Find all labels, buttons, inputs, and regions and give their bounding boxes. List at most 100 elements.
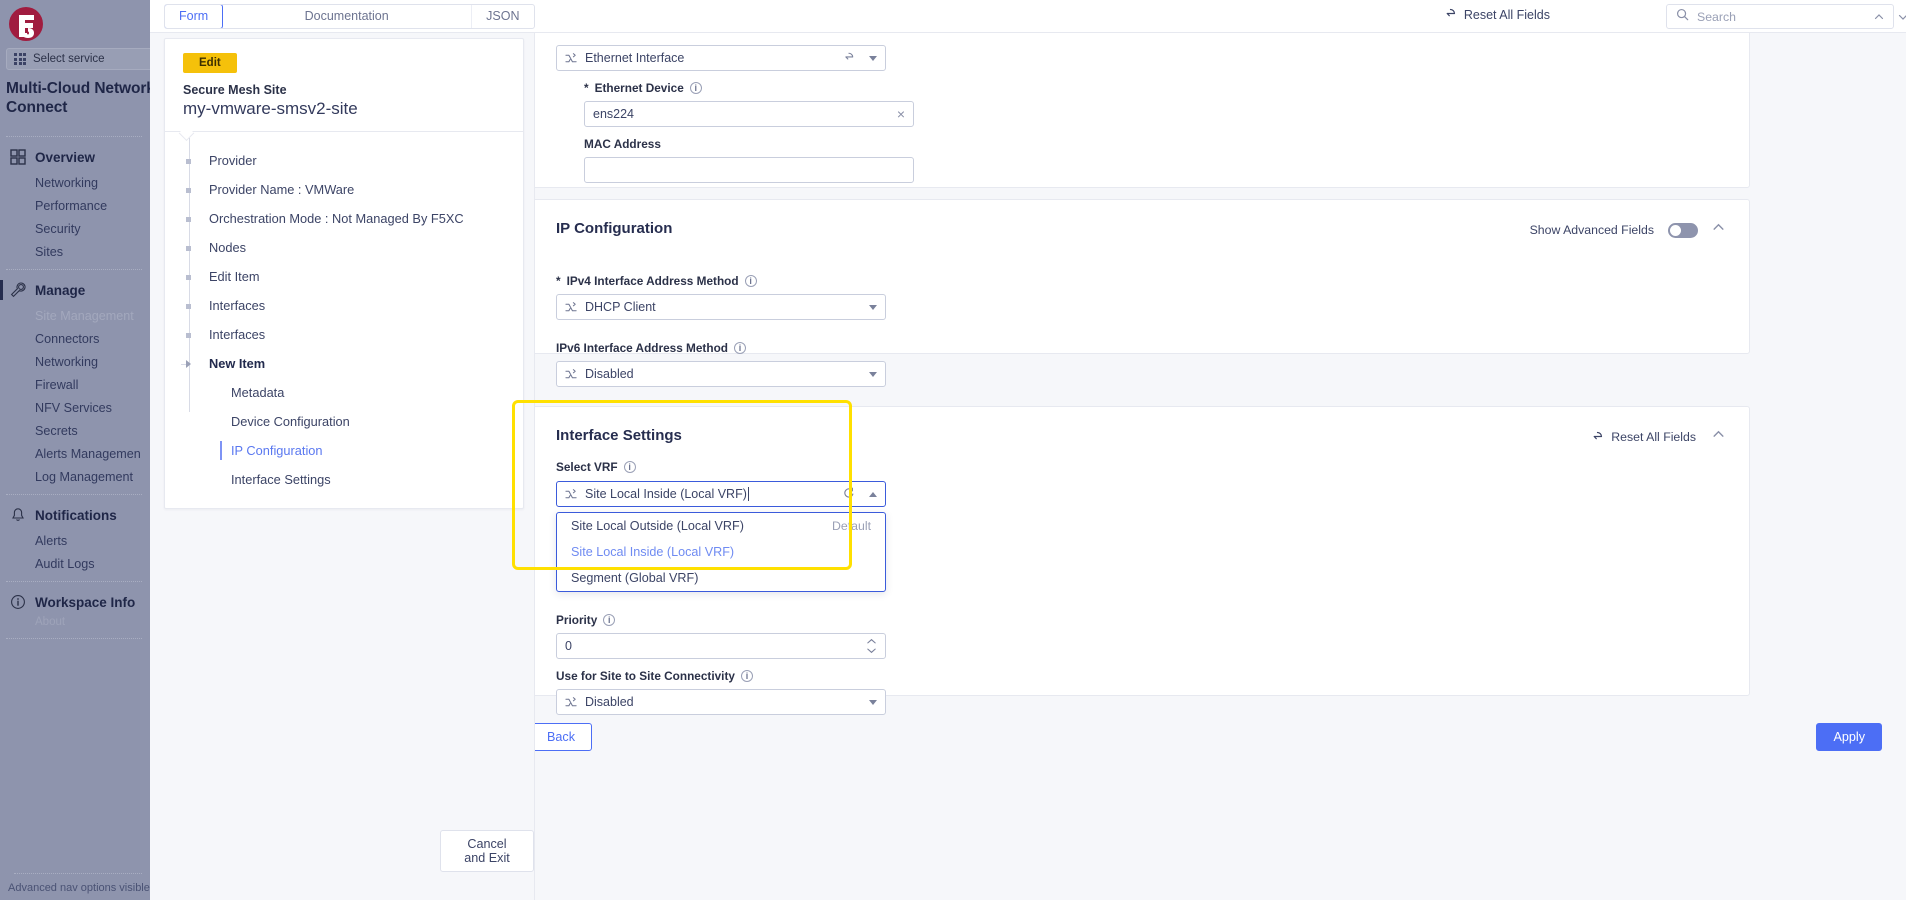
select-vrf-combobox[interactable]: Site Local Inside (Local VRF) (556, 481, 886, 507)
search-input[interactable] (1695, 9, 1858, 25)
bullet-icon (186, 217, 191, 222)
tree-subtitle: Secure Mesh Site (183, 83, 523, 97)
ipv6-method-label-text: IPv6 Interface Address Method (556, 341, 728, 355)
tree-row-label: Interfaces (209, 298, 265, 313)
tree-row[interactable]: Orchestration Mode : Not Managed By F5XC (165, 204, 523, 233)
sidebar-item-security[interactable]: Security (0, 217, 150, 240)
ipv4-method-select[interactable]: DHCP Client (556, 294, 886, 320)
grid-icon (10, 149, 26, 165)
nav-divider (6, 494, 142, 495)
sidebar-item-performance[interactable]: Performance (0, 194, 150, 217)
interface-type-select[interactable]: Ethernet Interface (556, 45, 886, 71)
info-icon[interactable]: i (741, 670, 753, 682)
info-icon[interactable]: i (690, 82, 702, 94)
nav-divider (6, 269, 142, 270)
sidebar-item-alerts[interactable]: Alerts (0, 529, 150, 552)
edit-badge[interactable]: Edit (183, 53, 237, 73)
wrench-icon (10, 282, 26, 298)
sidebar-group-workspace-info[interactable]: Workspace Info (0, 588, 150, 616)
dropdown-option-site-local-inside[interactable]: Site Local Inside (Local VRF) (557, 539, 885, 565)
sidebar-item-site-management[interactable]: Site Management (0, 304, 150, 327)
shuffle-icon (565, 368, 578, 381)
number-stepper[interactable] (866, 638, 877, 654)
sidebar-item-alerts-management[interactable]: Alerts Managemen (0, 442, 150, 465)
select-service-button[interactable]: Select service (6, 48, 166, 70)
apply-button[interactable]: Apply (1816, 723, 1882, 751)
sidebar-group-overview[interactable]: Overview (0, 143, 150, 171)
cancel-and-exit-button[interactable]: Cancel and Exit (440, 830, 534, 872)
bullet-icon (186, 159, 191, 164)
select-vrf-label: Select VRF i (556, 460, 636, 474)
reset-arrow-icon[interactable] (842, 50, 855, 66)
tree-child-ip-configuration[interactable]: IP Configuration (165, 436, 523, 465)
sidebar-group-notifications[interactable]: Notifications (0, 501, 150, 529)
sidebar-item-networking-manage[interactable]: Networking (0, 350, 150, 373)
tree-row[interactable]: Interfaces (165, 320, 523, 349)
site-to-site-label-text: Use for Site to Site Connectivity (556, 669, 735, 683)
sidebar-item-connectors[interactable]: Connectors (0, 327, 150, 350)
dropdown-option-segment-global[interactable]: Segment (Global VRF) (557, 565, 885, 591)
ethernet-device-input[interactable]: ens224 × (584, 101, 914, 127)
tree-child-device-configuration[interactable]: Device Configuration (165, 407, 523, 436)
tree-row[interactable]: Interfaces (165, 291, 523, 320)
chevron-down-icon[interactable] (869, 372, 877, 377)
reset-all-fields-top-button[interactable]: Reset All Fields (1443, 6, 1550, 23)
chevron-up-icon[interactable] (1712, 221, 1725, 239)
sidebar-item-firewall[interactable]: Firewall (0, 373, 150, 396)
site-to-site-value: Disabled (585, 695, 634, 709)
search-prev-icon[interactable] (1870, 11, 1888, 23)
reset-all-fields-section-button[interactable]: Reset All Fields (1590, 429, 1696, 446)
tree-row[interactable]: Provider Name : VMWare (165, 175, 523, 204)
chevron-down-icon[interactable] (869, 56, 877, 61)
tree-row[interactable]: Edit Item (165, 262, 523, 291)
device-configuration-card: Ethernet Interface * Ethernet Device i e… (535, 33, 1750, 188)
sidebar-group-manage[interactable]: Manage (0, 276, 150, 304)
chevron-down-icon[interactable] (869, 700, 877, 705)
reset-section-label: Reset All Fields (1611, 430, 1696, 444)
tree-row-label: New Item (209, 356, 265, 371)
search-box[interactable] (1666, 4, 1894, 29)
tree-row[interactable]: Nodes (165, 233, 523, 262)
search-next-icon[interactable] (1894, 11, 1906, 23)
sidebar-item-about[interactable]: About (0, 616, 150, 632)
mac-address-input[interactable] (584, 157, 914, 183)
ethernet-device-label-text: Ethernet Device (595, 81, 684, 95)
tree-row-new-item[interactable]: New Item (165, 349, 523, 378)
option-label: Site Local Outside (Local VRF) (571, 519, 744, 533)
back-button[interactable]: Back (535, 723, 592, 751)
show-advanced-fields-toggle[interactable] (1668, 223, 1698, 238)
reset-arrow-icon (1590, 429, 1604, 446)
ipv4-method-label: * IPv4 Interface Address Method i (556, 274, 757, 288)
sidebar-item-log-management[interactable]: Log Management (0, 465, 150, 488)
ipv6-method-select[interactable]: Disabled (556, 361, 886, 387)
tab-documentation[interactable]: Documentation (222, 5, 472, 28)
site-to-site-label: Use for Site to Site Connectivity i (556, 669, 753, 683)
top-toolbar: Form Documentation JSON Reset All Fields (150, 0, 1906, 33)
site-to-site-select[interactable]: Disabled (556, 689, 886, 715)
sidebar-item-networking[interactable]: Networking (0, 171, 150, 194)
tree-child-interface-settings[interactable]: Interface Settings (165, 465, 523, 494)
chevron-down-icon[interactable] (869, 305, 877, 310)
dropdown-option-site-local-outside[interactable]: Site Local Outside (Local VRF) Default (557, 513, 885, 539)
info-icon[interactable]: i (734, 342, 746, 354)
sidebar-item-nfv-services[interactable]: NFV Services (0, 396, 150, 419)
info-icon[interactable]: i (603, 614, 615, 626)
sidebar-item-audit-logs[interactable]: Audit Logs (0, 552, 150, 575)
tree-child-metadata[interactable]: Metadata (165, 378, 523, 407)
chevron-up-icon[interactable] (1712, 428, 1725, 446)
form-main-area: Ethernet Interface * Ethernet Device i e… (535, 33, 1906, 900)
info-icon[interactable]: i (624, 461, 636, 473)
tree-row-label: Provider Name : VMWare (209, 182, 354, 197)
close-icon[interactable]: × (897, 106, 905, 122)
tab-form[interactable]: Form (164, 4, 223, 29)
priority-label: Priority i (556, 613, 615, 627)
tree-row[interactable]: Provider (165, 146, 523, 175)
refresh-icon[interactable] (842, 486, 855, 502)
chevron-up-icon[interactable] (869, 492, 877, 497)
sidebar-item-sites[interactable]: Sites (0, 240, 150, 263)
sidebar-item-secrets[interactable]: Secrets (0, 419, 150, 442)
wizard-tree-panel: Edit Secure Mesh Site my-vmware-smsv2-si… (150, 0, 535, 900)
tab-json[interactable]: JSON (472, 5, 533, 28)
info-icon[interactable]: i (745, 275, 757, 287)
priority-input[interactable]: 0 (556, 633, 886, 659)
